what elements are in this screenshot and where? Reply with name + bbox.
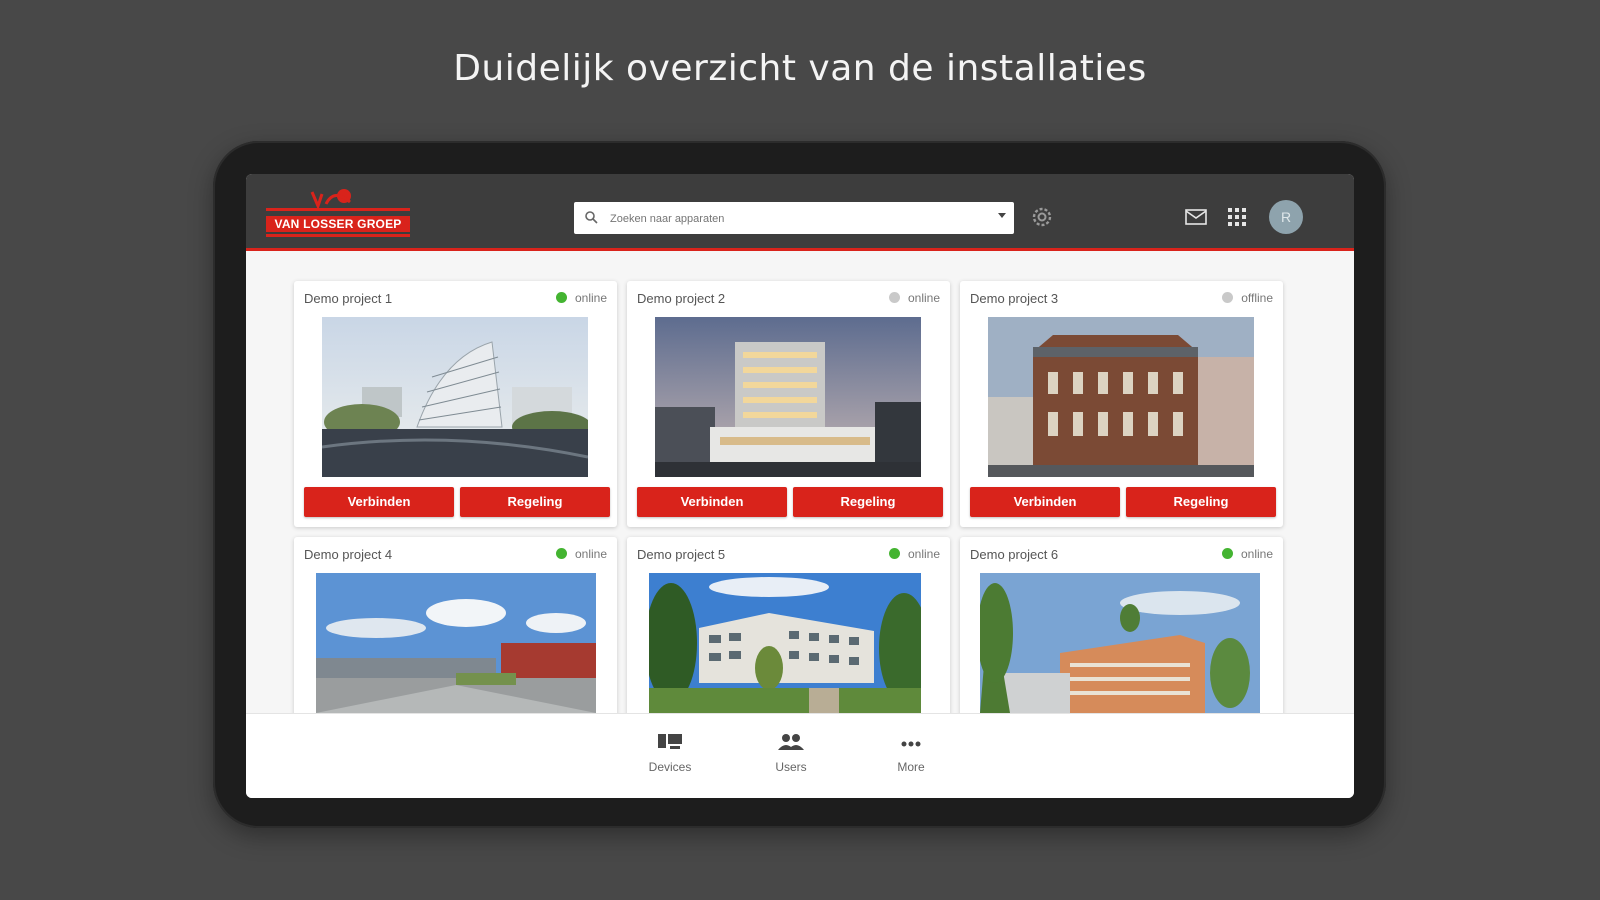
status-badge: online <box>1221 547 1273 561</box>
status-text: online <box>907 291 940 305</box>
search-input[interactable] <box>608 208 982 230</box>
status-badge: online <box>555 291 607 305</box>
control-button[interactable]: Regeling <box>1126 487 1276 517</box>
project-card[interactable]: Demo project 1 online Verbinden Regeling <box>294 281 617 527</box>
logo-stripe <box>266 234 410 237</box>
bottom-nav: Devices Users More <box>246 713 1354 798</box>
devices-icon <box>658 734 682 749</box>
avatar[interactable]: R <box>1269 200 1303 234</box>
project-card[interactable]: Demo project 3 offline Verbinden Regelin… <box>960 281 1283 527</box>
status-dot <box>888 292 900 303</box>
status-dot <box>555 548 567 559</box>
status-dot <box>555 292 567 303</box>
mail-icon[interactable] <box>1185 208 1207 226</box>
brand-logo[interactable]: VAN LOSSER GROEP <box>266 184 416 242</box>
control-button[interactable]: Regeling <box>460 487 610 517</box>
project-photo <box>980 573 1260 713</box>
status-dot <box>1221 548 1233 559</box>
control-button[interactable]: Regeling <box>793 487 943 517</box>
project-card[interactable]: Demo project 5 online <box>627 537 950 727</box>
gear-icon[interactable] <box>1030 205 1054 229</box>
project-name: Demo project 3 <box>970 291 1059 306</box>
chevron-down-icon[interactable] <box>998 213 1006 219</box>
status-badge: online <box>888 291 940 305</box>
tablet-frame: VAN LOSSER GROEP Zoeken naar apparaten R… <box>213 141 1386 828</box>
nav-label: Devices <box>648 760 692 774</box>
project-photo <box>322 317 588 477</box>
logo-mark <box>266 189 410 211</box>
nav-users[interactable]: Users <box>751 732 831 774</box>
status-badge: online <box>888 547 940 561</box>
project-photo <box>649 573 921 713</box>
status-badge: offline <box>1222 291 1273 305</box>
project-name: Demo project 4 <box>304 547 393 562</box>
project-card[interactable]: Demo project 4 online <box>294 537 617 727</box>
project-photo <box>655 317 921 477</box>
status-dot <box>1222 292 1234 303</box>
project-name: Demo project 1 <box>304 291 393 306</box>
project-card[interactable]: Demo project 6 online <box>960 537 1283 727</box>
search-box[interactable] <box>574 202 1014 234</box>
connect-button[interactable]: Verbinden <box>637 487 787 517</box>
search-icon <box>585 211 598 224</box>
project-name: Demo project 6 <box>970 547 1059 562</box>
connect-button[interactable]: Verbinden <box>970 487 1120 517</box>
status-text: online <box>1240 547 1273 561</box>
status-text: offline <box>1241 291 1273 305</box>
connect-button[interactable]: Verbinden <box>304 487 454 517</box>
status-badge: online <box>555 547 607 561</box>
status-text: online <box>574 291 607 305</box>
project-photo <box>316 573 596 713</box>
users-icon <box>778 734 804 750</box>
project-name: Demo project 5 <box>637 547 726 562</box>
status-text: online <box>574 547 607 561</box>
project-name: Demo project 2 <box>637 291 726 306</box>
app-screen: VAN LOSSER GROEP Zoeken naar apparaten R… <box>246 174 1354 798</box>
project-card[interactable]: Demo project 2 online Verbinden Regeling <box>627 281 950 527</box>
nav-label: Users <box>775 760 807 774</box>
status-dot <box>888 548 900 559</box>
nav-more[interactable]: More <box>871 732 951 774</box>
project-photo <box>988 317 1254 477</box>
nav-label: More <box>897 760 925 774</box>
page-headline: Duidelijk overzicht van de installaties <box>453 48 1147 89</box>
apps-grid-icon[interactable] <box>1227 207 1247 227</box>
nav-devices[interactable]: Devices <box>630 732 710 774</box>
logo-text: VAN LOSSER GROEP <box>266 216 410 232</box>
status-text: online <box>907 547 940 561</box>
top-bar: VAN LOSSER GROEP Zoeken naar apparaten R <box>246 174 1354 251</box>
more-icon <box>901 741 921 747</box>
